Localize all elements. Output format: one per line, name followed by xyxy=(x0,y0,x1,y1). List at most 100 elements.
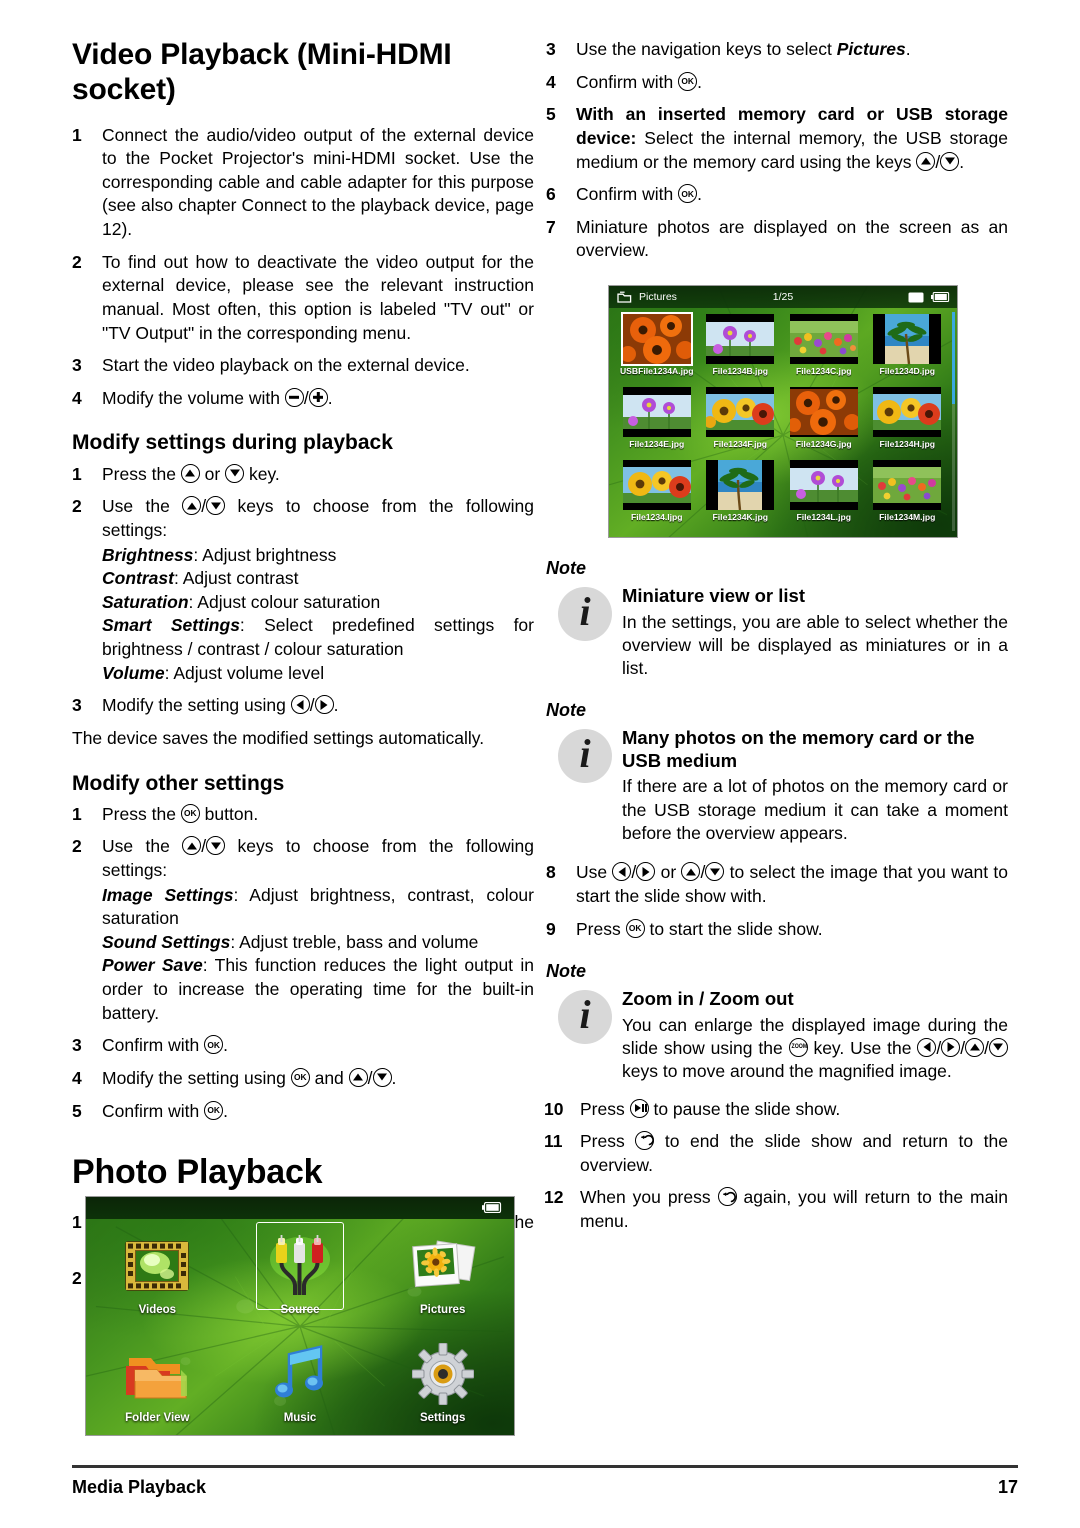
thumbnail-filename: File1234B.jpg xyxy=(712,366,768,376)
purple-daisies-art xyxy=(789,468,858,502)
battery-icon xyxy=(482,1202,502,1213)
thumbnail-item[interactable]: File1234L.jpg xyxy=(782,460,866,533)
step-text: Confirm with xyxy=(576,71,679,92)
step-text-tail: button. xyxy=(199,803,259,824)
note-body: You can enlarge the displayed image duri… xyxy=(622,1014,1008,1084)
other-settings-steps: 1 Press the button. 2 Use the / keys to … xyxy=(72,803,534,1124)
step-text-tail: . xyxy=(333,695,339,716)
step-number: 11 xyxy=(544,1131,563,1152)
menu-label: Settings xyxy=(419,1412,466,1424)
back-key-icon xyxy=(717,1187,737,1207)
photo-counter: 1/25 xyxy=(772,291,794,303)
right-key-icon xyxy=(636,862,656,882)
step-text: Press the xyxy=(102,803,181,824)
thumbnail-filename: File1234L.jpg xyxy=(796,512,851,522)
orange-flowers-art xyxy=(789,389,858,435)
note-label: Note xyxy=(546,558,586,578)
list-item: 3 Confirm with . xyxy=(72,1034,534,1058)
video-playback-steps: 1 Connect the audio/video output of the … xyxy=(72,124,534,411)
scrollbar[interactable] xyxy=(952,312,955,531)
setting-desc: : Adjust volume level xyxy=(164,662,325,683)
thumbnail-item[interactable]: File1234C.jpg xyxy=(782,314,866,387)
flower-bed-art xyxy=(789,321,858,357)
footer-chapter: Media Playback xyxy=(72,1477,207,1497)
info-icon: i xyxy=(558,587,612,641)
orange-flowers-art xyxy=(622,314,691,364)
list-item: 4 Modify the setting using and /. xyxy=(72,1067,534,1091)
usb-storage-icon xyxy=(908,292,924,302)
list-item: 2 To find out how to deactivate the vide… xyxy=(72,251,534,346)
page-footer: Media Playback 17 xyxy=(72,1477,1018,1498)
step-text-tail: . xyxy=(905,39,911,59)
thumbnail-item[interactable]: File1234M.jpg xyxy=(866,460,950,533)
thumbnail-item[interactable]: File1234G.jpg xyxy=(782,387,866,460)
main-menu-grid: Videos Source Pictures Folder View Music… xyxy=(86,1219,514,1435)
step-text: To find out how to deactivate the video … xyxy=(102,251,534,343)
step-text: Press the xyxy=(102,463,181,484)
step-text: Use the navigation keys to select xyxy=(576,39,837,59)
step-number: 8 xyxy=(546,862,556,883)
down-key-icon xyxy=(225,463,245,483)
step-text: Modify the setting using xyxy=(102,695,291,716)
music-note-icon xyxy=(270,1338,330,1410)
menu-label: Pictures xyxy=(419,1304,466,1316)
menu-label: Folder View xyxy=(125,1412,190,1424)
gear-icon xyxy=(411,1338,474,1410)
ok-key-icon xyxy=(290,1067,310,1087)
menu-item-source[interactable]: Source xyxy=(229,1219,372,1327)
step-text: Press xyxy=(580,1098,630,1119)
scrollbar-thumb[interactable] xyxy=(952,312,955,404)
note-title: Many photos on the memory card or the US… xyxy=(622,727,975,771)
ok-key-icon xyxy=(678,184,698,204)
volume-down-key-icon xyxy=(284,387,304,407)
up-key-icon xyxy=(182,836,202,856)
step-text: Press xyxy=(576,918,626,939)
menu-item-videos[interactable]: Videos xyxy=(86,1219,229,1327)
footer-divider xyxy=(72,1465,1018,1468)
step-number: 4 xyxy=(72,1067,82,1088)
setting-desc: : Adjust contrast xyxy=(173,568,299,589)
left-key-icon xyxy=(917,1037,937,1057)
thumbnail-item[interactable]: USBFile1234A.jpg xyxy=(615,312,699,387)
list-item: 4 Confirm with . xyxy=(546,71,1008,95)
thumbnail-filename: File1234K.jpg xyxy=(712,512,768,522)
step-text-tail: . xyxy=(223,1035,228,1056)
thumbnail-image xyxy=(706,460,775,510)
thumbnail-image xyxy=(706,387,775,437)
step-number: 1 xyxy=(72,463,82,484)
thumbnail-image xyxy=(620,312,693,366)
up-key-icon xyxy=(348,1067,368,1087)
menu-label: Music xyxy=(283,1412,317,1424)
thumbnail-image xyxy=(789,460,858,510)
setting-label: Smart Settings xyxy=(102,615,240,636)
main-menu-screenshot: Videos Source Pictures Folder View Music… xyxy=(85,1196,515,1436)
step-text: Miniature photos are displayed on the sc… xyxy=(576,216,1008,261)
up-key-icon xyxy=(180,463,200,483)
thumbnail-item[interactable]: File1234E.jpg xyxy=(615,387,699,460)
thumbnail-image xyxy=(873,387,942,437)
thumbnail-grid: USBFile1234A.jpg File1234B.jpg File1234C… xyxy=(609,308,957,537)
thumbnail-filename: File1234M.jpg xyxy=(879,512,936,522)
thumbnail-item[interactable]: File1234B.jpg xyxy=(699,314,783,387)
ok-key-icon xyxy=(204,1035,224,1055)
ok-key-icon xyxy=(678,71,698,91)
menu-item-pictures[interactable]: Pictures xyxy=(371,1219,514,1327)
battery-icon xyxy=(931,292,950,302)
thumbnail-item[interactable]: File1234F.jpg xyxy=(699,387,783,460)
up-key-icon xyxy=(916,151,936,171)
setting-label: Brightness xyxy=(102,544,194,565)
note-many-photos: Note i Many photos on the memory card or… xyxy=(546,700,1008,845)
step-number: 5 xyxy=(72,1100,82,1121)
thumbnail-item[interactable]: File1234D.jpg xyxy=(866,314,950,387)
thumbnail-item[interactable]: File1234K.jpg xyxy=(699,460,783,533)
menu-item-music[interactable]: Music xyxy=(229,1327,372,1435)
step-text: Confirm with xyxy=(102,1035,205,1056)
menu-item-settings[interactable]: Settings xyxy=(371,1327,514,1435)
folder-icon xyxy=(123,1338,191,1410)
list-item: 1 Press the button. xyxy=(72,803,534,827)
menu-item-folder-view[interactable]: Folder View xyxy=(86,1327,229,1435)
step-text: Use the xyxy=(102,496,183,517)
thumbnail-item[interactable]: File1234.Ijpg xyxy=(615,460,699,533)
thumbnail-item[interactable]: File1234H.jpg xyxy=(866,387,950,460)
info-icon: i xyxy=(558,729,612,784)
